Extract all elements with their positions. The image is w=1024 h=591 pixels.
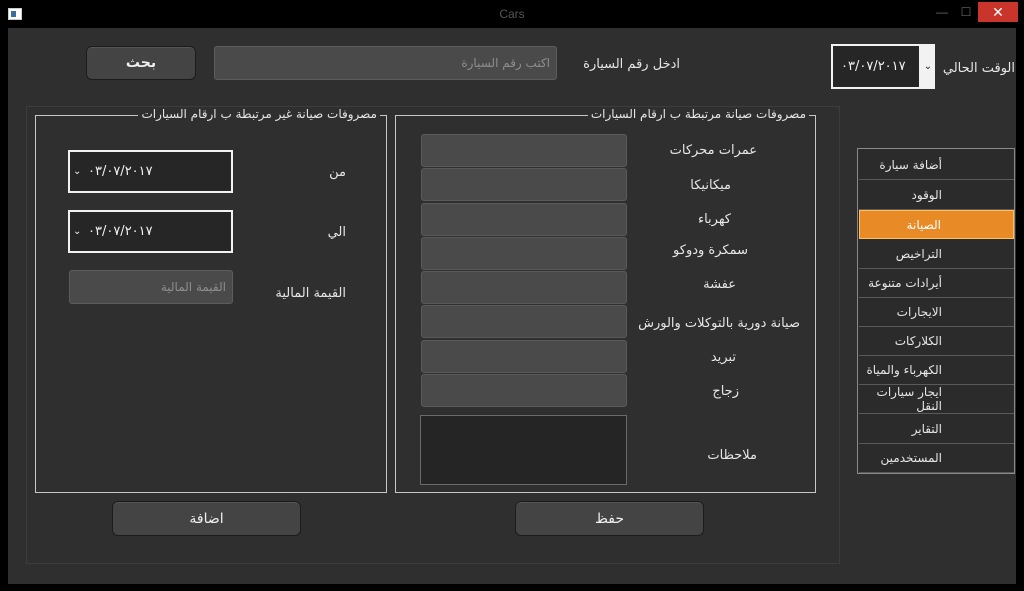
- title-bar: Cars — ☐ ✕: [0, 0, 1024, 28]
- window-bottom-edge: [0, 584, 1024, 591]
- menu-item-add-car[interactable]: أضافة سيارة: [859, 151, 1014, 180]
- chevron-down-icon[interactable]: ⌄: [73, 152, 81, 191]
- label-notes: ملاحظات: [707, 448, 757, 463]
- save-button[interactable]: حفظ: [515, 501, 704, 536]
- label-electrical: كهرباء: [697, 212, 731, 227]
- menu-item-utilities[interactable]: الكهرباء والمياة: [859, 356, 1014, 385]
- menu-item-maintenance[interactable]: الصيانة: [859, 210, 1014, 239]
- amount-input[interactable]: [69, 270, 233, 304]
- label-cooling: تبريد: [710, 350, 736, 365]
- mechanics-input[interactable]: [421, 168, 627, 201]
- to-date-value: ٠٣/٠٧/٢٠١٧: [88, 224, 153, 239]
- from-date-value: ٠٣/٠٧/٢٠١٧: [88, 164, 153, 179]
- side-menu: أضافة سيارة الوقود الصيانة التراخيص أيرا…: [857, 148, 1015, 474]
- menu-item-label: أيرادات متنوعة: [868, 276, 942, 290]
- label-bodywork-paint: سمكرة ودوكو: [673, 243, 748, 258]
- window-title: Cars: [499, 7, 525, 21]
- main-window: Cars — ☐ ✕ الوقت الحالي ٠٣/٠٧/٢٠١٧ ⌄ ادخ…: [0, 0, 1024, 591]
- electrical-input[interactable]: [421, 203, 627, 236]
- engine-overhaul-input[interactable]: [421, 134, 627, 167]
- current-date-picker[interactable]: ٠٣/٠٧/٢٠١٧ ⌄: [831, 44, 935, 89]
- unlinked-group-title: مصروفات صيانة غير مرتبطة ب ارقام السيارا…: [138, 107, 380, 121]
- label-engine-overhaul: عمرات محركات: [669, 143, 757, 158]
- label-glass: زجاج: [712, 384, 739, 399]
- car-number-label: ادخل رقم السيارة: [583, 57, 680, 72]
- menu-item-label: الوقود: [911, 188, 942, 202]
- amount-label: القيمة المالية: [275, 286, 346, 301]
- periodic-maintenance-input[interactable]: [421, 305, 627, 338]
- bodywork-paint-input[interactable]: [421, 237, 627, 270]
- menu-item-clarks[interactable]: الكلاركات: [859, 327, 1014, 356]
- menu-item-label: الكهرباء والمياة: [866, 363, 942, 377]
- suspension-input[interactable]: [421, 271, 627, 304]
- menu-item-label: الصيانة: [906, 217, 941, 232]
- menu-item-users[interactable]: المستخدمين: [859, 444, 1014, 473]
- menu-item-rents[interactable]: الايجارات: [859, 298, 1014, 327]
- label-suspension: عفشة: [703, 277, 736, 292]
- menu-item-label: أضافة سيارة: [879, 158, 942, 172]
- menu-item-truck-rental[interactable]: ايجار سيارات النقل: [859, 385, 1014, 414]
- menu-item-licenses[interactable]: التراخيص: [859, 240, 1014, 269]
- to-date-picker[interactable]: ⌄ ٠٣/٠٧/٢٠١٧: [68, 210, 233, 253]
- menu-item-label: التقاير: [911, 422, 942, 436]
- from-date-picker[interactable]: ⌄ ٠٣/٠٧/٢٠١٧: [68, 150, 233, 193]
- search-button[interactable]: بحث: [86, 46, 196, 80]
- menu-item-reports[interactable]: التقاير: [859, 415, 1014, 444]
- menu-item-fuel[interactable]: الوقود: [859, 181, 1014, 210]
- current-time-label: الوقت الحالي: [942, 61, 1015, 76]
- menu-item-label: التراخيص: [895, 247, 942, 261]
- current-date-value: ٠٣/٠٧/٢٠١٧: [841, 59, 906, 74]
- menu-item-label: الايجارات: [896, 305, 942, 319]
- notes-textarea[interactable]: [420, 415, 627, 485]
- maximize-button[interactable]: ☐: [958, 2, 974, 22]
- menu-item-label: المستخدمين: [880, 451, 942, 465]
- menu-item-label: الكلاركات: [894, 334, 942, 348]
- close-button[interactable]: ✕: [978, 2, 1018, 22]
- chevron-down-icon[interactable]: ⌄: [73, 212, 81, 251]
- add-button[interactable]: اضافة: [112, 501, 301, 536]
- to-label: الي: [327, 225, 346, 240]
- minimize-button[interactable]: —: [934, 2, 950, 22]
- cooling-input[interactable]: [421, 340, 627, 373]
- car-number-input[interactable]: [214, 46, 557, 80]
- chevron-down-icon[interactable]: ⌄: [921, 44, 935, 89]
- from-label: من: [329, 165, 346, 180]
- glass-input[interactable]: [421, 374, 627, 407]
- label-periodic-maintenance: صيانة دورية بالتوكلات والورش: [638, 316, 800, 331]
- menu-item-misc-revenue[interactable]: أيرادات متنوعة: [859, 269, 1014, 298]
- menu-item-label: ايجار سيارات النقل: [876, 385, 942, 413]
- linked-group-title: مصروفات صيانة مرتبطة ب ارقام السيارات: [587, 107, 809, 121]
- label-mechanics: ميكانيكا: [690, 178, 731, 193]
